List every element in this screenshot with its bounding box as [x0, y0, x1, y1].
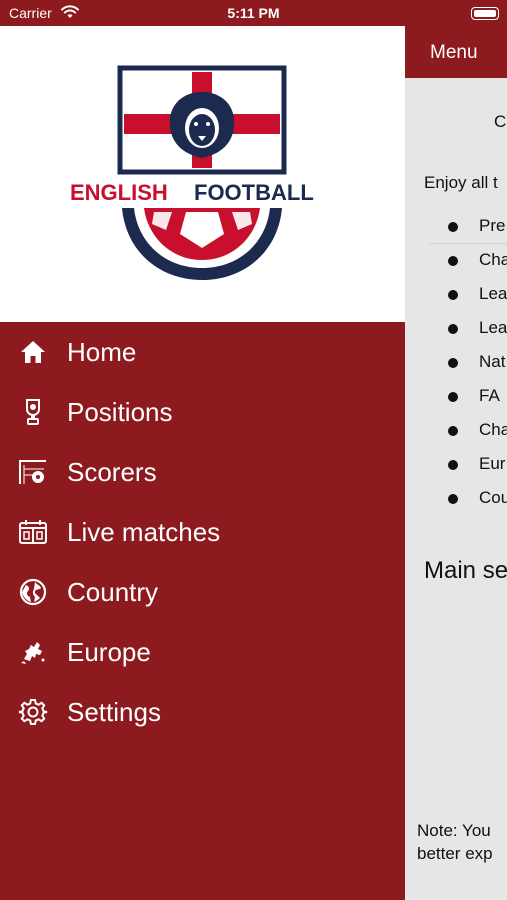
globe-icon	[19, 578, 47, 606]
nav-label-home: Home	[67, 337, 137, 367]
list-item-text: Nat	[479, 352, 506, 371]
status-bar: Carrier 5:11 PM	[0, 0, 507, 26]
nav-label-europe: Europe	[67, 637, 151, 667]
bullet-dot	[448, 358, 458, 368]
list-item-text: Lea	[479, 284, 507, 303]
nav-label-live-matches: Live matches	[67, 517, 221, 547]
intro-text: C	[494, 112, 507, 131]
list-item-text: FA	[479, 386, 500, 405]
bullet-dot	[448, 494, 458, 504]
home-icon	[21, 341, 45, 363]
nav-item-live-matches[interactable]: Live matches	[0, 502, 405, 562]
nav-item-home[interactable]: Home	[0, 322, 405, 382]
bullet-dot	[448, 324, 458, 334]
logo-area: ENGLISH FOOTBALL	[0, 26, 405, 322]
list-item-text: Cha	[479, 250, 507, 269]
content-panel: Menu C Enjoy all t Pre Cha Lea Lea Nat FA Cha E…	[405, 26, 507, 900]
bullet-dot	[448, 290, 458, 300]
divider	[429, 243, 507, 244]
nav-label-settings: Settings	[67, 697, 161, 727]
bullet-dot	[448, 256, 458, 266]
side-drawer: ENGLISH FOOTBALL Home Positions Scorers …	[0, 26, 405, 900]
nav-label-positions: Positions	[67, 397, 173, 427]
enjoy-text: Enjoy all t	[424, 173, 498, 192]
bullet-dot	[448, 460, 458, 470]
nav-label-country: Country	[67, 577, 159, 607]
list-item-text: Pre	[479, 216, 506, 235]
content-header: Menu	[405, 26, 507, 78]
logo-text-english: ENGLISH	[70, 180, 168, 205]
nav-item-positions[interactable]: Positions	[0, 382, 405, 442]
list-item-text: Cha	[479, 420, 507, 439]
europe-map-icon	[21, 642, 45, 664]
goal-icon	[19, 460, 46, 484]
nav-item-scorers[interactable]: Scorers	[0, 442, 405, 502]
bullet-dot	[448, 392, 458, 402]
nav-item-settings[interactable]: Settings	[0, 682, 405, 742]
list-item-text: Eur	[479, 454, 506, 473]
gear-icon	[18, 699, 48, 725]
bullet-dot	[448, 426, 458, 436]
logo-text-football: FOOTBALL	[194, 180, 314, 205]
bullet-dot	[448, 222, 458, 232]
clock: 5:11 PM	[227, 5, 280, 21]
nav-item-country[interactable]: Country	[0, 562, 405, 622]
nav-item-europe[interactable]: Europe	[0, 622, 405, 682]
nav-label-scorers: Scorers	[67, 457, 157, 487]
battery-icon	[471, 7, 499, 20]
trophy-icon	[26, 399, 40, 425]
list-item-text: Cou	[479, 488, 507, 507]
note-line-2: better exp	[417, 844, 493, 863]
menu-button[interactable]: Menu	[430, 42, 478, 64]
english-football-logo: ENGLISH FOOTBALL	[70, 65, 314, 280]
scoreboard-icon	[19, 520, 47, 544]
section-title: Main se	[424, 557, 507, 584]
note-line-1: Note: You	[417, 821, 491, 840]
list-item-text: Lea	[479, 318, 507, 337]
